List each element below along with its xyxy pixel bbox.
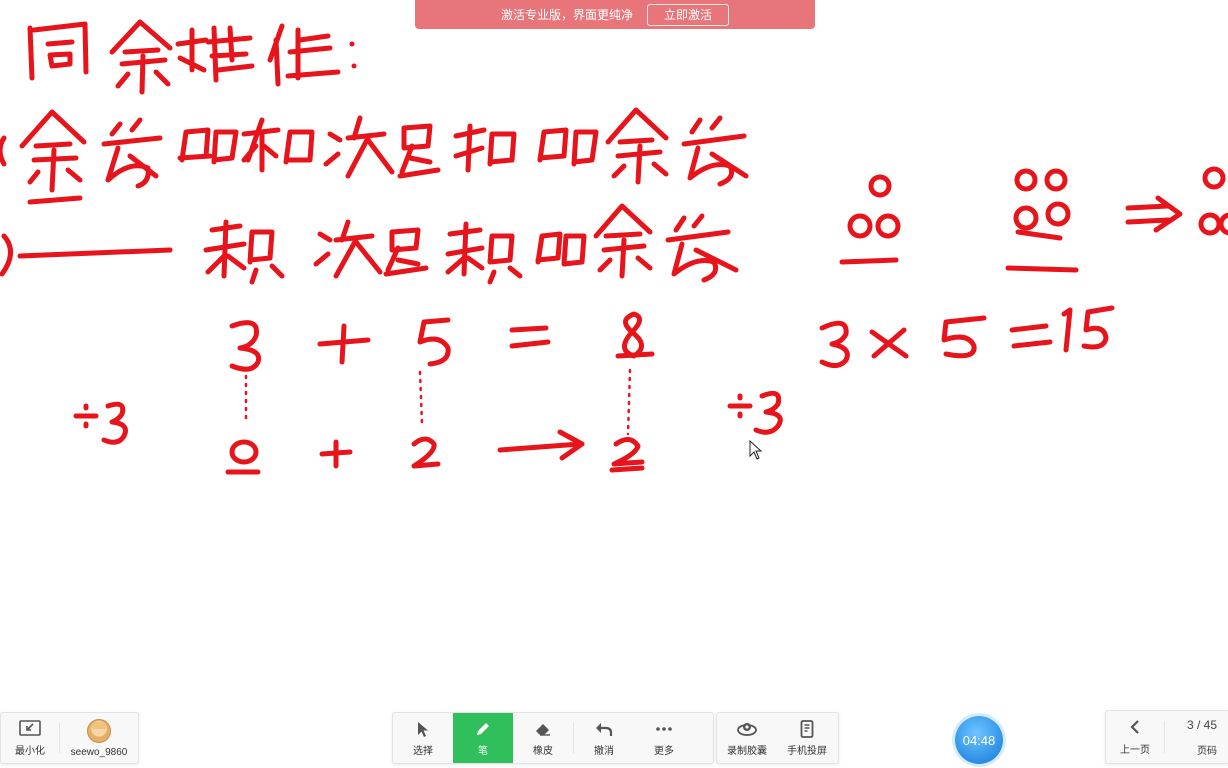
more-label: 更多 (654, 745, 674, 757)
undo-label: 撤消 (594, 745, 614, 757)
main-toolbar: 选择 笔 橡皮 撤消 更多 (392, 712, 714, 764)
previous-page-label: 上一页 (1120, 744, 1150, 756)
pen-tool-label: 笔 (478, 745, 488, 757)
username: seewo_9860 (70, 746, 128, 758)
minimize-button[interactable]: 最小化 (1, 713, 59, 763)
handwriting-multiplication (819, 305, 1115, 368)
mouse-cursor-icon (749, 440, 763, 460)
page-number-label: 页码 (1197, 745, 1217, 757)
page-number-button[interactable]: 3 / 45 页码 (1165, 711, 1228, 763)
select-tool-label: 选择 (413, 745, 433, 757)
handwriting-remainders (73, 390, 783, 475)
previous-page-button[interactable]: 上一页 (1106, 711, 1164, 763)
undo-button[interactable]: 撤消 (574, 713, 634, 763)
handwriting-addition (229, 311, 655, 436)
capture-toolbar: 录制胶囊 手机投屏 (716, 712, 839, 764)
minimize-label: 最小化 (15, 745, 45, 757)
minimize-icon (19, 719, 41, 736)
whiteboard-canvas[interactable] (0, 0, 1228, 700)
timer-button[interactable]: 04:48 (955, 716, 1003, 764)
phone-cast-label: 手机投屏 (787, 745, 827, 757)
more-icon (656, 726, 672, 731)
pen-tool-button[interactable]: 笔 (453, 713, 513, 763)
timer-time: 04:48 (962, 732, 996, 748)
phone-cast-button[interactable]: 手机投屏 (777, 713, 837, 763)
handwriting-title (27, 19, 357, 95)
page-indicator: 3 / 45 (1186, 717, 1217, 732)
pen-icon (477, 722, 489, 735)
handwriting-rule-1 (0, 107, 749, 205)
select-tool-button[interactable]: 选择 (393, 713, 453, 763)
record-capsule-label: 录制胶囊 (727, 745, 767, 757)
chevron-left-icon (1130, 719, 1139, 734)
handwriting-diagrams (839, 166, 1228, 273)
handwriting-rule-2 (0, 203, 739, 285)
phone-cast-icon (800, 719, 814, 738)
undo-icon (596, 722, 613, 736)
avatar (87, 718, 111, 743)
cursor-icon (418, 721, 428, 737)
eraser-tool-label: 橡皮 (533, 745, 553, 757)
page-navigator: 上一页 3 / 45 页码 (1105, 710, 1228, 764)
record-capsule-button[interactable]: 录制胶囊 (717, 713, 777, 763)
left-toolbar: 最小化 seewo_9860 (0, 712, 139, 764)
eraser-tool-button[interactable]: 橡皮 (513, 713, 573, 763)
user-account-button[interactable]: seewo_9860 (60, 713, 138, 763)
eraser-icon (536, 723, 550, 736)
more-button[interactable]: 更多 (634, 713, 694, 763)
record-capsule-icon (737, 722, 757, 736)
